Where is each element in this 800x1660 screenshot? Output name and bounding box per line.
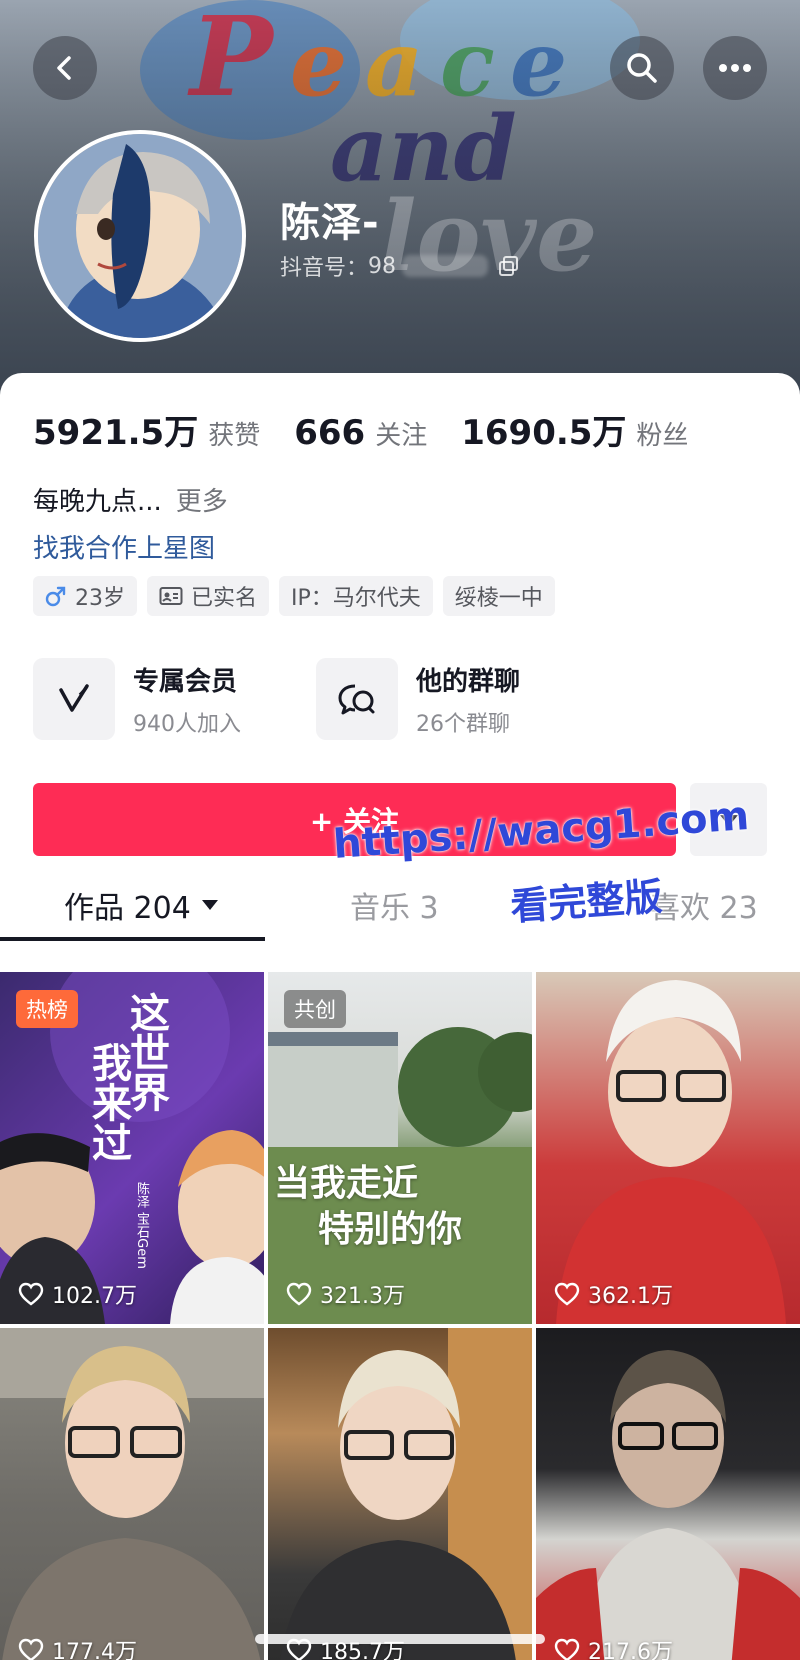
avatar-image: [38, 134, 242, 338]
video-tile[interactable]: 217.6万: [536, 1328, 800, 1660]
video-grid: 这世界 我来过 陈泽 宝石Gem 热榜 102.7万 当我走近 特别的你 共创 …: [0, 972, 800, 1660]
group-chat-sub: 26个群聊: [416, 711, 510, 737]
stat-likes-value: 5921.5万: [33, 413, 199, 453]
video-cover-title-1: 当我走近: [274, 1163, 419, 1204]
video-likes-count: 362.1万: [588, 1284, 673, 1309]
tag-ip: IP：马尔代夫: [279, 576, 433, 616]
video-thumbnail: [556, 980, 786, 1324]
bio: 每晚九点... 更多: [33, 481, 228, 518]
stat-followers-label[interactable]: 粉丝: [636, 415, 688, 452]
video-likes: 102.7万: [18, 1278, 137, 1310]
avatar[interactable]: [34, 130, 246, 342]
chevron-left-icon: [57, 56, 71, 80]
stat-following-value[interactable]: 666: [294, 413, 365, 453]
business-link[interactable]: 找我合作上星图: [33, 528, 215, 565]
male-icon: [45, 586, 66, 607]
more-dots-icon: [719, 64, 751, 72]
cocreate-badge: 共创: [284, 990, 346, 1028]
douyin-id: 抖音号： 98: [280, 250, 520, 282]
active-tab-indicator: [0, 937, 265, 941]
id-label: 抖音号：: [280, 256, 369, 281]
heart-icon: [554, 1282, 580, 1306]
group-chat-text: 他的群聊 26个群聊: [416, 661, 520, 738]
video-thumbnail: [0, 1328, 264, 1660]
caret-down-icon: [201, 900, 218, 910]
watermark-subtitle: 看完整版: [509, 874, 664, 929]
copy-icon[interactable]: [498, 255, 520, 277]
hot-badge: 热榜: [16, 990, 78, 1028]
stat-followers-value[interactable]: 1690.5万: [461, 405, 626, 454]
stat-following-label[interactable]: 关注: [375, 415, 427, 452]
tab-works-label: 作品 204: [64, 891, 191, 926]
tag-age: 23岁: [33, 576, 137, 616]
membership-title: 专属会员: [133, 666, 238, 697]
bio-more-link[interactable]: 更多: [176, 487, 228, 517]
profile-tags: 23岁 已实名 IP：马尔代夫 绥棱一中: [33, 576, 555, 616]
tag-ip-label: IP：马尔代夫: [291, 586, 421, 611]
heart-icon: [18, 1282, 44, 1306]
search-icon: [627, 53, 657, 83]
heart-icon: [286, 1282, 312, 1306]
id-blurred: [402, 255, 489, 277]
video-cover-title-2: 我来过: [85, 1042, 131, 1162]
tag-school[interactable]: 绥棱一中: [442, 576, 555, 616]
video-likes: 321.3万: [286, 1278, 405, 1310]
video-tile[interactable]: 当我走近 特别的你 共创 321.3万: [268, 972, 532, 1324]
membership-v-icon: [59, 684, 89, 712]
membership-text: 专属会员 940人加入: [133, 661, 241, 738]
feature-row: 专属会员 940人加入 他的群聊 26个群聊: [33, 658, 599, 740]
video-tile[interactable]: 这世界 我来过 陈泽 宝石Gem 热榜 102.7万: [0, 972, 264, 1324]
heart-icon: [18, 1638, 44, 1660]
video-likes-count: 102.7万: [52, 1284, 137, 1309]
video-tile[interactable]: 177.4万: [0, 1328, 264, 1660]
video-likes-count: 177.4万: [52, 1640, 137, 1660]
home-indicator[interactable]: [255, 1634, 545, 1644]
watermark: https://wacg1.com 看完整版: [332, 793, 795, 929]
tag-verified: 已实名: [147, 576, 270, 616]
video-likes: 217.6万: [554, 1634, 673, 1660]
bio-text: 每晚九点...: [33, 487, 162, 517]
stat-likes-label: 获赞: [208, 421, 261, 451]
profile-cover: P e a c e and love 陈泽- 抖音号： 98: [0, 0, 800, 400]
username: 陈泽-: [280, 200, 380, 246]
id-card-icon: [159, 587, 183, 605]
tag-age-label: 23岁: [75, 586, 125, 611]
video-tile[interactable]: 185.7万: [268, 1328, 532, 1660]
id-value: 98: [368, 253, 397, 279]
video-cover-credit: 陈泽 宝石Gem: [134, 1182, 149, 1269]
search-button[interactable]: [610, 36, 674, 100]
video-thumbnail: [280, 1328, 532, 1660]
group-chat-title: 他的群聊: [416, 666, 521, 697]
tag-school-label: 绥棱一中: [454, 586, 543, 611]
more-options-button[interactable]: [703, 36, 767, 100]
feature-icon-box: [33, 658, 115, 740]
tag-verified-label: 已实名: [191, 586, 258, 611]
heart-icon: [554, 1638, 580, 1660]
video-likes: 362.1万: [554, 1278, 673, 1310]
video-likes-count: 217.6万: [588, 1640, 673, 1660]
feature-icon-box: [316, 658, 398, 740]
video-cover-title-2: 特别的你: [318, 1209, 463, 1250]
back-button[interactable]: [33, 36, 97, 100]
video-thumbnail: [536, 1350, 800, 1660]
group-chat-icon: [338, 684, 375, 715]
membership-sub: 940人加入: [133, 711, 241, 737]
tab-works[interactable]: 作品 204: [64, 883, 219, 927]
stats-row: 5921.5万 获赞 666 关注 1690.5万 粉丝: [33, 405, 722, 454]
video-likes-count: 321.3万: [320, 1284, 405, 1309]
video-likes: 177.4万: [18, 1634, 137, 1660]
group-chat-entry[interactable]: 他的群聊 26个群聊: [316, 658, 599, 740]
membership-entry[interactable]: 专属会员 940人加入: [33, 658, 316, 740]
video-tile[interactable]: 362.1万: [536, 972, 800, 1324]
